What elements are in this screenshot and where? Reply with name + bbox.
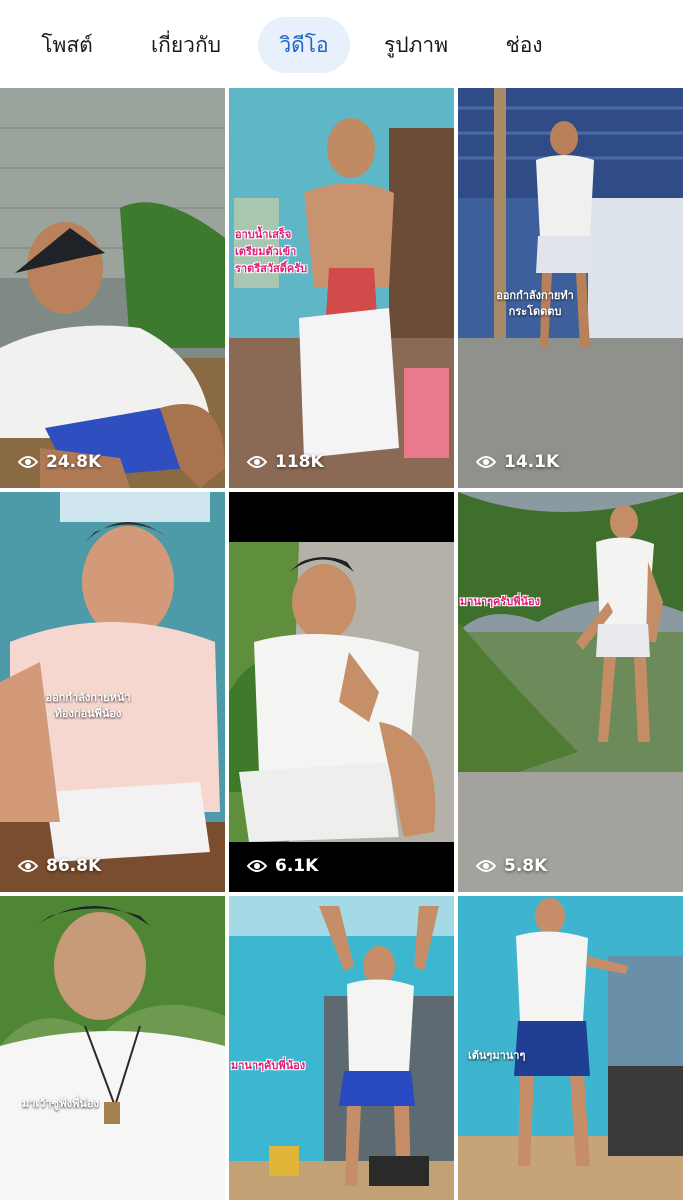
video-caption: อาบน้ำเสร็จ เตรียมตัวเข้า ราตรีสวัสดิ์คร…: [235, 228, 308, 275]
tab-posts[interactable]: โพสต์: [26, 17, 108, 73]
video-thumbnail[interactable]: ออกกำลังกายหน้า ท้องก่อนพี่น้อง 86.8K: [0, 492, 225, 892]
view-count: 24.8K: [18, 452, 101, 472]
tab-videos[interactable]: วิดีโอ: [258, 17, 350, 73]
view-count: 5.8K: [476, 856, 547, 876]
video-thumbnail-image: [0, 896, 225, 1200]
video-thumbnail[interactable]: 6.1K: [229, 492, 454, 892]
tab-photos[interactable]: รูปภาพ: [368, 17, 464, 73]
view-count: 118K: [247, 452, 324, 472]
view-count-label: 6.1K: [275, 856, 319, 876]
video-caption: ออกกำลังกายหน้า ท้องก่อนพี่น้อง: [45, 691, 131, 720]
video-thumbnail[interactable]: มานาๆคับพี่น้อง: [229, 896, 454, 1200]
video-thumbnail-image: [458, 492, 683, 892]
eye-icon: [476, 860, 496, 872]
eye-icon: [247, 860, 267, 872]
tab-about[interactable]: เกี่ยวกับ: [136, 17, 236, 73]
video-caption: มาเว้าซูฟังพี่น้อง: [22, 1097, 99, 1110]
video-thumbnail[interactable]: มานาๆครับพี่น้อง 5.8K: [458, 492, 683, 892]
view-count-label: 14.1K: [504, 452, 560, 472]
eye-icon: [476, 456, 496, 468]
view-count: 6.1K: [247, 856, 318, 876]
video-caption: มานาๆคับพี่น้อง: [231, 1059, 306, 1072]
eye-icon: [18, 860, 38, 872]
view-count-label: 5.8K: [504, 856, 548, 876]
video-thumbnail[interactable]: อาบน้ำเสร็จ เตรียมตัวเข้า ราตรีสวัสดิ์คร…: [229, 88, 454, 488]
view-count-label: 86.8K: [46, 856, 102, 876]
video-thumbnail[interactable]: มาเว้าซูฟังพี่น้อง: [0, 896, 225, 1200]
video-thumbnail-image: [0, 88, 225, 488]
view-count-label: 118K: [275, 452, 324, 472]
video-caption: เต้นๆมานาๆ: [468, 1049, 526, 1062]
video-thumbnail-image: [229, 88, 454, 488]
eye-icon: [247, 456, 267, 468]
video-thumbnail[interactable]: ออกกำลังกายทำ กระโดดตบ 14.1K: [458, 88, 683, 488]
view-count: 14.1K: [476, 452, 559, 472]
profile-tab-bar: โพสต์ เกี่ยวกับ วิดีโอ รูปภาพ ช่อง: [0, 0, 683, 88]
video-thumbnail[interactable]: เต้นๆมานาๆ: [458, 896, 683, 1200]
video-caption: มานาๆครับพี่น้อง: [460, 595, 541, 608]
video-thumbnail-image: [229, 896, 454, 1200]
video-caption: ออกกำลังกายทำ กระโดดตบ: [496, 289, 574, 318]
video-thumbnail-image: [229, 492, 454, 892]
eye-icon: [18, 456, 38, 468]
video-thumbnail[interactable]: 24.8K: [0, 88, 225, 488]
view-count-label: 24.8K: [46, 452, 102, 472]
tab-channels[interactable]: ช่อง: [490, 17, 558, 73]
view-count: 86.8K: [18, 856, 101, 876]
video-grid: 24.8K อาบน้ำเสร็จ เตรียมตัวเข้า ราตรีสวั…: [0, 88, 683, 1200]
